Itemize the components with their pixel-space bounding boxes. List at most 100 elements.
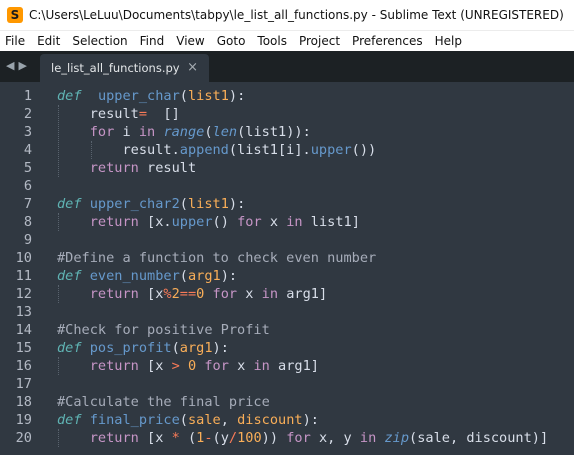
code-text: def final_price(sale, discount):	[57, 411, 319, 429]
indent-guide	[58, 105, 59, 177]
code-text: def pos_profit(arg1):	[57, 339, 229, 357]
code-token: def	[57, 412, 82, 428]
line-number: 6	[23, 178, 32, 194]
code-line: 20 return [x * (1-(y/100)) for x, y in z…	[0, 429, 574, 447]
code-token: append	[179, 142, 229, 158]
code-token: (	[179, 196, 188, 212]
code-token: ())	[351, 142, 377, 158]
tab-nav-right-icon[interactable]: ▶	[18, 60, 26, 72]
code-token: zip	[384, 430, 410, 446]
line-number: 16	[15, 358, 32, 374]
line-number: 1	[23, 88, 32, 104]
menu-item-preferences[interactable]: Preferences	[346, 31, 429, 51]
code-token: =	[138, 106, 148, 122]
code-token: #Define a function to check even number	[57, 250, 377, 266]
code-token: in	[359, 430, 377, 446]
code-token: arg1]	[269, 358, 319, 374]
code-token: upper_char	[97, 88, 180, 104]
menu-item-project[interactable]: Project	[293, 31, 346, 51]
line-number: 12	[15, 286, 32, 302]
code-token: in	[253, 358, 270, 374]
line-number: 14	[15, 322, 32, 338]
indent-guide	[91, 141, 92, 159]
code-token: discount	[237, 412, 303, 428]
code-line: 19 def final_price(sale, discount):	[0, 411, 574, 429]
code-token: list1	[187, 88, 229, 104]
tab-active-file[interactable]: le_list_all_functions.py ×	[40, 54, 209, 82]
code-text: return result	[57, 159, 196, 177]
line-number: 5	[23, 160, 32, 176]
code-token: [x.	[138, 214, 172, 230]
menu-item-file[interactable]: File	[0, 31, 31, 51]
code-token: ))	[261, 430, 279, 446]
code-token: [x	[138, 286, 164, 302]
title-bar: S C:\Users\LeLuu\Documents\tabpy\le_list…	[0, 0, 574, 31]
tab-navigation: ◀ ▶	[6, 60, 27, 72]
menu-item-view[interactable]: View	[170, 31, 210, 51]
menu-item-selection[interactable]: Selection	[66, 31, 133, 51]
code-token: return	[89, 160, 139, 176]
code-token: in	[261, 286, 279, 302]
code-line: 13	[0, 303, 574, 321]
tab-nav-left-icon[interactable]: ◀	[6, 60, 14, 72]
code-token: in	[286, 214, 303, 230]
code-token: (	[204, 124, 213, 140]
code-token: x	[228, 358, 254, 374]
code-token: (	[179, 430, 197, 446]
menu-item-help[interactable]: Help	[429, 31, 468, 51]
code-token: (list1)):	[237, 124, 311, 140]
indent-guide	[58, 429, 59, 447]
line-number: 11	[15, 268, 32, 284]
code-token: def	[57, 88, 82, 104]
code-token: ()	[212, 214, 238, 230]
code-token: [x	[138, 358, 172, 374]
code-token: def	[57, 268, 82, 284]
code-line: 11 def even_number(arg1):	[0, 267, 574, 285]
menu-item-find[interactable]: Find	[134, 31, 171, 51]
code-line: 17	[0, 375, 574, 393]
code-token: def	[57, 340, 82, 356]
menu-item-goto[interactable]: Goto	[211, 31, 252, 51]
code-editor[interactable]: 1 def upper_char(list1): 2 result= [] 3 for…	[0, 82, 574, 455]
code-token: arg1	[179, 340, 213, 356]
code-line: 8 return [x.upper() for x in list1]	[0, 213, 574, 231]
code-line: 10 #Define a function to check even numbe…	[0, 249, 574, 267]
code-text: #Check for positive Profit	[57, 321, 270, 339]
code-token: list1]	[302, 214, 360, 230]
code-text: return [x%2==0 for x in arg1]	[57, 285, 327, 303]
code-line: 7 def upper_char2(list1):	[0, 195, 574, 213]
code-line: 18 #Calculate the final price	[0, 393, 574, 411]
line-number: 18	[15, 394, 32, 410]
menu-item-tools[interactable]: Tools	[251, 31, 293, 51]
code-token: upper	[171, 214, 213, 230]
code-token: (sale, discount)]	[409, 430, 549, 446]
code-token: range	[163, 124, 205, 140]
code-line: 14 #Check for positive Profit	[0, 321, 574, 339]
indent-guide	[58, 213, 59, 231]
menu-item-edit[interactable]: Edit	[31, 31, 66, 51]
code-line: 15 def pos_profit(arg1):	[0, 339, 574, 357]
line-number: 3	[23, 124, 32, 140]
code-token: result.	[57, 142, 180, 158]
code-token: sale	[187, 412, 221, 428]
code-text: return [x > 0 for x in arg1]	[57, 357, 319, 375]
code-token: #Check for positive Profit	[57, 322, 270, 338]
code-token: -	[204, 430, 213, 446]
code-token: #Calculate the final price	[57, 394, 270, 410]
code-token: list1	[187, 196, 229, 212]
code-token: len	[212, 124, 238, 140]
line-number: 17	[15, 376, 32, 392]
line-number: 15	[15, 340, 32, 356]
close-icon[interactable]: ×	[187, 60, 198, 75]
code-token: []	[147, 106, 180, 122]
code-token: ):	[228, 88, 246, 104]
code-token: ):	[228, 196, 246, 212]
